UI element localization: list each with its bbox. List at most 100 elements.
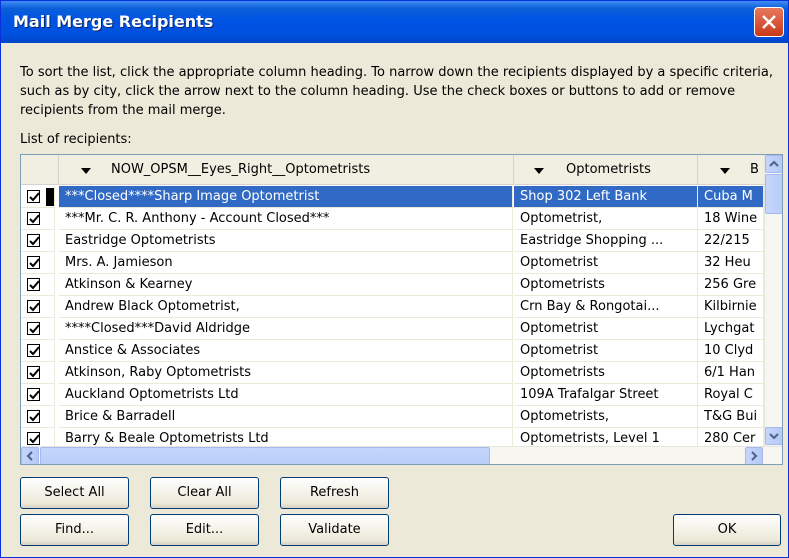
title-bar[interactable]: Mail Merge Recipients [1,1,788,43]
checkmark-icon [29,412,40,422]
scroll-right-button[interactable] [745,447,763,464]
table-row[interactable]: Anstice & Associates Optometrist 10 Clyd [21,340,764,362]
checkmark-icon [29,236,40,246]
window-title: Mail Merge Recipients [13,12,214,31]
vertical-scrollbar[interactable] [764,155,782,446]
select-all-button[interactable]: Select All [20,477,129,509]
instructions-text: To sort the list, click the appropriate … [20,65,774,118]
cell-optometrists: Optometrist [514,318,698,340]
checkmark-icon [29,434,40,444]
recipient-checkbox[interactable] [27,278,40,291]
row-checkbox-cell [21,362,55,384]
row-checkbox-cell [21,340,55,362]
column-filter-arrow-icon[interactable] [534,168,544,174]
row-checkbox-cell [21,428,55,448]
cell-b: 256 Gre [698,274,764,296]
recipient-rows: ***Closed****Sharp Image Optometrist Shop… [21,186,764,448]
column-header-optometrists[interactable]: Optometrists [514,155,698,185]
cell-name: Mrs. A. Jamieson [59,252,513,274]
close-button[interactable] [754,7,784,37]
ok-button[interactable]: OK [673,514,781,546]
checkmark-icon [29,258,40,268]
cell-optometrists: Optometrists, Level 1 [514,428,698,448]
cell-b: 10 Clyd [698,340,764,362]
table-row[interactable]: Atkinson & Kearney Optometrists 256 Gre [21,274,764,296]
checkmark-icon [29,390,40,400]
checkmark-icon [29,324,40,334]
cell-b: Cuba M [698,186,764,208]
recipient-checkbox[interactable] [27,322,40,335]
recipient-checkbox[interactable] [27,300,40,313]
recipient-checkbox[interactable] [27,366,40,379]
scroll-down-button[interactable] [765,427,782,445]
column-header-row: NOW_OPSM__Eyes_Right__Optometrists Optom… [21,155,764,185]
recipient-checkbox[interactable] [27,388,40,401]
checkmark-icon [29,280,40,290]
edit-button[interactable]: Edit... [150,514,259,546]
cell-b: T&G Bui [698,406,764,428]
table-row[interactable]: Eastridge Optometrists Eastridge Shopping… [21,230,764,252]
recipient-checkbox[interactable] [27,256,40,269]
scroll-left-button[interactable] [21,447,39,464]
cell-name: ****Closed***David Aldridge [59,318,513,340]
column-header-b[interactable]: B [698,155,764,185]
checkmark-icon [29,302,40,312]
row-checkbox-cell [21,296,55,318]
mail-merge-recipients-dialog: Mail Merge Recipients To sort the list, … [0,0,789,558]
checkmark-icon [29,346,40,356]
horizontal-scrollbar[interactable] [21,446,782,464]
cell-name: Auckland Optometrists Ltd [59,384,513,406]
cell-b: 22/215 [698,230,764,252]
column-filter-arrow-icon[interactable] [720,168,730,174]
cell-name: ***Closed****Sharp Image Optometrist [59,186,513,208]
refresh-button[interactable]: Refresh [280,477,389,509]
table-row[interactable]: Mrs. A. Jamieson Optometrist 32 Heu [21,252,764,274]
table-row[interactable]: ***Mr. C. R. Anthony - Account Closed***… [21,208,764,230]
checkbox-column-header[interactable] [21,155,59,185]
table-row[interactable]: ***Closed****Sharp Image Optometrist Shop… [21,186,764,208]
table-row[interactable]: Andrew Black Optometrist, Crn Bay & Rongo… [21,296,764,318]
cell-optometrists: Eastridge Shopping ... [514,230,698,252]
row-checkbox-cell [21,230,55,252]
clear-all-button[interactable]: Clear All [150,477,259,509]
recipient-checkbox[interactable] [27,190,40,203]
cell-b: 6/1 Han [698,362,764,384]
cell-b: 32 Heu [698,252,764,274]
row-checkbox-cell [21,318,55,340]
table-row[interactable]: Auckland Optometrists Ltd 109A Trafalgar … [21,384,764,406]
close-icon [762,15,776,29]
scroll-up-button[interactable] [765,155,782,173]
find-button[interactable]: Find... [20,514,129,546]
list-of-recipients-label: List of recipients: [20,132,132,147]
row-checkbox-cell [21,208,55,230]
cell-b: Royal C [698,384,764,406]
row-selection-marker [46,188,54,206]
recipients-grid[interactable]: NOW_OPSM__Eyes_Right__Optometrists Optom… [20,154,783,465]
column-header-name[interactable]: NOW_OPSM__Eyes_Right__Optometrists [59,155,514,185]
recipient-checkbox[interactable] [27,432,40,445]
cell-optometrists: Optometrists, [514,406,698,428]
chevron-up-icon [769,160,779,167]
table-row[interactable]: Brice & Barradell Optometrists, T&G Bui [21,406,764,428]
cell-optometrists: Shop 302 Left Bank [514,186,698,208]
table-row[interactable]: Atkinson, Raby Optometrists Optometrists 6… [21,362,764,384]
cell-name: Andrew Black Optometrist, [59,296,513,318]
row-checkbox-cell [21,274,55,296]
recipient-checkbox[interactable] [27,410,40,423]
table-row[interactable]: Barry & Beale Optometrists Ltd Optometris… [21,428,764,448]
cell-name: Brice & Barradell [59,406,513,428]
cell-optometrists: Optometrist [514,340,698,362]
recipient-checkbox[interactable] [27,344,40,357]
vertical-scroll-thumb[interactable] [765,174,782,214]
table-row[interactable]: ****Closed***David Aldridge Optometrist Ly… [21,318,764,340]
recipient-checkbox[interactable] [27,234,40,247]
column-filter-arrow-icon[interactable] [81,168,91,174]
horizontal-scroll-thumb[interactable] [40,447,490,464]
cell-name: Atkinson, Raby Optometrists [59,362,513,384]
chevron-down-icon [769,433,779,440]
cell-b: Lychgat [698,318,764,340]
validate-button[interactable]: Validate [280,514,389,546]
chevron-left-icon [26,451,33,461]
cell-name: Anstice & Associates [59,340,513,362]
recipient-checkbox[interactable] [27,212,40,225]
